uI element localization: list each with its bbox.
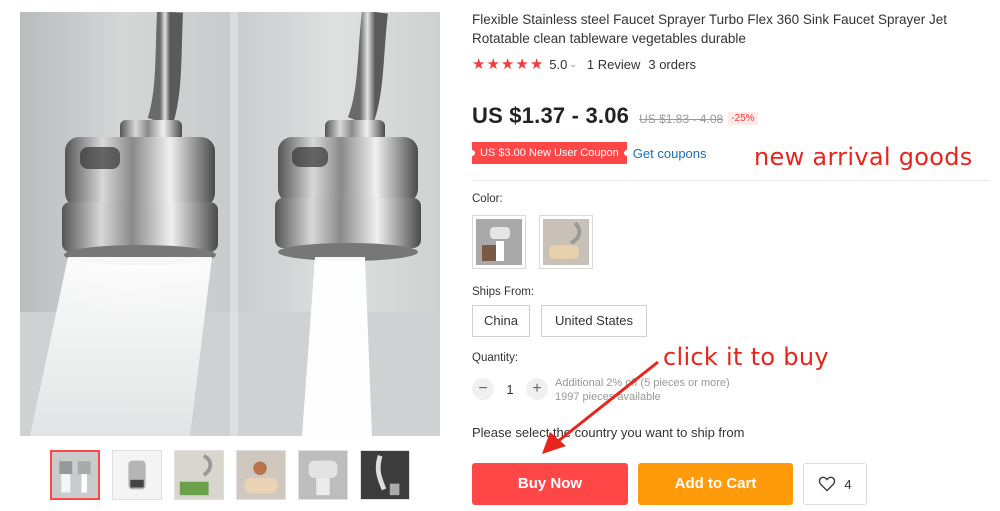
coupon-row: US $3.00 New User Coupon Get coupons <box>472 142 707 164</box>
annotation-new-arrival: new arrival goods <box>754 143 973 171</box>
original-price: US $1.83 - 4.08 <box>639 112 724 126</box>
annotation-click-to-buy: click it to buy <box>663 343 829 371</box>
thumbnail-6[interactable] <box>360 450 410 500</box>
star-icon: ★ <box>500 55 515 73</box>
review-count[interactable]: 1 Review <box>587 57 640 72</box>
color-label: Color: <box>472 193 503 205</box>
shipping-note: Please select the country you want to sh… <box>472 425 745 440</box>
star-icon: ★ <box>515 55 529 73</box>
discount-badge: -25% <box>728 112 758 125</box>
ships-from-china[interactable]: China <box>472 305 530 337</box>
quantity-info: Additional 2% off (5 pieces or more) 199… <box>555 376 730 404</box>
bulk-discount-note: Additional 2% off (5 pieces or more) <box>555 377 730 389</box>
ships-from-label: Ships From: <box>472 286 534 298</box>
thumbnail-5[interactable] <box>298 450 348 500</box>
color-swatch-2[interactable] <box>539 215 593 269</box>
rating-value[interactable]: 5.0 <box>549 57 567 72</box>
buy-now-button[interactable]: Buy Now <box>472 463 628 505</box>
new-user-coupon[interactable]: US $3.00 New User Coupon <box>472 142 627 164</box>
plus-icon[interactable]: + <box>526 378 548 400</box>
quantity-value[interactable]: 1 <box>494 382 526 397</box>
thumbnail-2[interactable] <box>112 450 162 500</box>
add-to-cart-button[interactable]: Add to Cart <box>638 463 793 505</box>
divider <box>472 180 990 181</box>
current-price: US $1.37 - 3.06 <box>472 103 630 128</box>
get-coupons-link[interactable]: Get coupons <box>633 146 707 161</box>
quantity-stepper: − 1 + <box>472 378 548 400</box>
faucet-photo <box>20 12 440 436</box>
thumbnail-4[interactable] <box>236 450 286 500</box>
thumbnail-3[interactable] <box>174 450 224 500</box>
stock-available-note: 1997 pieces available <box>555 391 661 403</box>
star-icon: ★ <box>529 55 544 73</box>
rating-row: ★ ★ ★ ★ ★ 5.0 ⌄ 1 Review 3 orders <box>472 55 696 73</box>
wishlist-count: 4 <box>844 476 852 492</box>
color-swatch-1[interactable] <box>472 215 526 269</box>
star-icon: ★ <box>472 55 486 73</box>
star-icon: ★ <box>486 55 500 73</box>
thumbnail-1[interactable] <box>50 450 100 500</box>
order-count: 3 orders <box>648 56 697 72</box>
quantity-label: Quantity: <box>472 352 519 364</box>
rating-stars: ★ ★ ★ ★ ★ <box>472 57 543 72</box>
minus-icon[interactable]: − <box>472 378 494 400</box>
annotation-arrow-icon <box>542 360 659 454</box>
wishlist-button[interactable]: 4 <box>803 463 867 505</box>
main-product-image <box>20 12 440 436</box>
product-title: Flexible Stainless steel Faucet Sprayer … <box>472 12 947 46</box>
chevron-down-icon[interactable]: ⌄ <box>569 59 577 70</box>
heart-icon <box>818 476 836 492</box>
price-row: US $1.37 - 3.06 US $1.83 - 4.08 -25% <box>472 103 758 129</box>
ships-from-united-states[interactable]: United States <box>541 305 647 337</box>
